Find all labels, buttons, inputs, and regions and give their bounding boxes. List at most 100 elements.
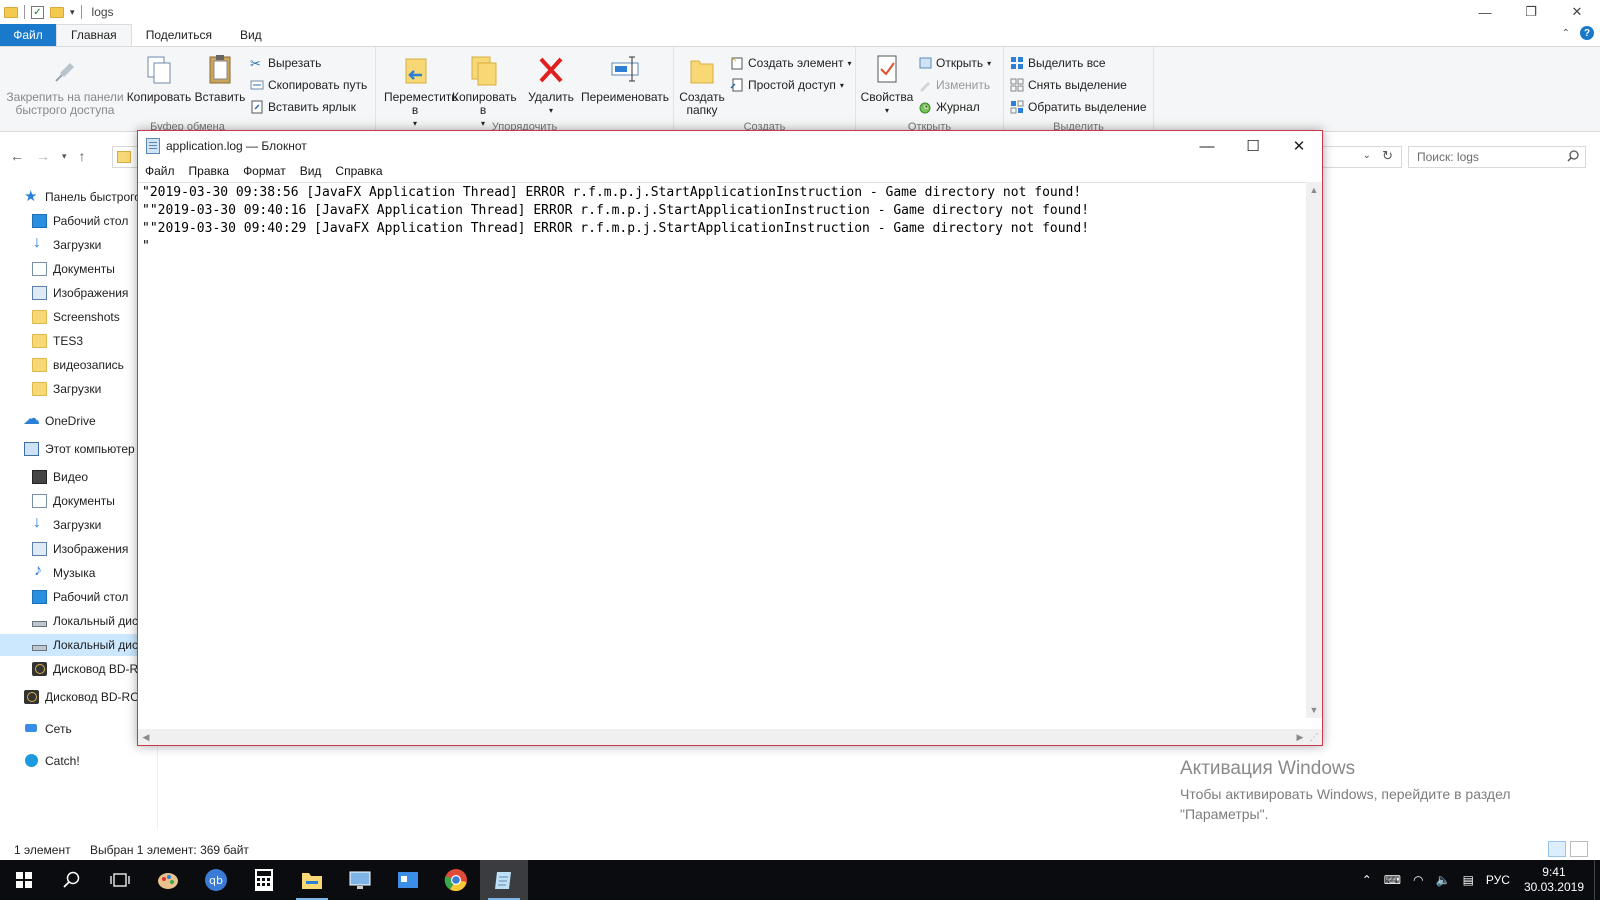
nav-item[interactable]: Screenshots [0,306,138,328]
nav-item[interactable]: Локальный диск [0,634,138,656]
language-indicator[interactable]: РУС [1486,873,1510,887]
paste-button[interactable]: Вставить [194,53,246,104]
move-to-button[interactable]: Переместить в ▾ [382,53,458,130]
properties-quick-icon[interactable]: ✓ [31,5,44,19]
nav-item[interactable]: Рабочий стол [0,586,138,608]
paste-shortcut-button[interactable]: Вставить ярлык [250,97,356,117]
nav-item[interactable]: Этот компьютер [0,438,138,460]
restore-button[interactable]: ❐ [1508,0,1554,24]
clock[interactable]: 9:41 30.03.2019 [1524,865,1584,895]
tab-view[interactable]: Вид [226,24,276,46]
chrome-app-button[interactable] [432,860,480,900]
keyboard-icon[interactable]: ⌨ [1384,873,1401,887]
nav-item[interactable]: Дисковод BD-RO [0,686,138,708]
search-taskbar-button[interactable] [48,860,96,900]
forward-arrow-icon[interactable]: → [36,148,50,164]
nav-item[interactable]: Музыка [0,562,138,584]
nav-item[interactable]: Загрузки [0,234,138,256]
copy-to-button[interactable]: Копировать в ▾ [450,53,517,130]
select-none-button[interactable]: Снять выделение [1010,75,1127,95]
nav-item[interactable]: Видео [0,466,138,488]
file-explorer-app-button[interactable] [288,860,336,900]
notification-icon[interactable]: ▤ [1463,873,1474,887]
edit-button[interactable]: Изменить [918,75,990,95]
notepad-menu-item[interactable]: Справка [328,161,389,181]
details-view-button[interactable] [1548,841,1566,857]
start-button[interactable] [0,860,48,900]
cut-button[interactable]: ✂ Вырезать [250,53,321,73]
mail-app-button[interactable] [384,860,432,900]
large-icons-view-button[interactable] [1570,841,1588,857]
scroll-left-icon[interactable]: ◀ [138,729,154,745]
horizontal-scrollbar[interactable]: ◀ ▶ [138,729,1308,745]
copy-path-button[interactable]: Скопировать путь [250,75,367,95]
tab-file[interactable]: Файл [0,24,56,46]
nav-item[interactable]: OneDrive [0,410,138,432]
easy-access-button[interactable]: Простой доступ ▾ [730,75,844,95]
maximize-button[interactable]: ☐ [1230,131,1276,161]
invert-selection-button[interactable]: Обратить выделение [1010,97,1147,117]
notepad-menu-item[interactable]: Вид [293,161,329,181]
copy-button[interactable]: Копировать [127,53,191,104]
volume-icon[interactable]: 🔈 [1436,873,1451,887]
minimize-button[interactable]: — [1462,0,1508,24]
qbittorrent-app-button[interactable]: qb [192,860,240,900]
scroll-down-icon[interactable]: ▼ [1306,702,1322,718]
minimize-button[interactable]: — [1184,131,1230,161]
notepad-title-bar[interactable]: application.log — Блокнот — ☐ ✕ [138,131,1322,161]
properties-button[interactable]: Свойства ▾ [860,53,914,117]
nav-item[interactable]: Документы [0,258,138,280]
select-all-button[interactable]: Выделить все [1010,53,1106,73]
action-center-icon[interactable] [1594,860,1600,900]
nav-item[interactable]: TES3 [0,330,138,352]
customize-quick-access-icon[interactable]: ▾ [70,7,75,18]
nav-item[interactable]: Панель быстрого доступа [0,186,138,208]
search-input[interactable]: Поиск: logs [1408,146,1586,168]
collapse-ribbon-icon[interactable]: ⌃ [1562,28,1570,39]
nav-item[interactable]: Загрузки [0,514,138,536]
nav-item[interactable]: видеозапись [0,354,138,376]
up-arrow-icon[interactable]: ↑ [79,148,86,164]
close-button[interactable]: ✕ [1554,0,1600,24]
notepad-app-button[interactable] [480,860,528,900]
rename-button[interactable]: Переименовать [580,53,670,104]
task-view-button[interactable] [96,860,144,900]
address-dropdown-icon[interactable]: ⌄ [1363,150,1371,161]
new-folder-button[interactable]: Создать папку [678,53,726,117]
nav-item[interactable]: Изображения [0,282,138,304]
notepad-menu-item[interactable]: Правка [182,161,237,181]
copy-to-icon [468,53,498,87]
nav-item[interactable]: Рабочий стол [0,210,138,232]
nav-item[interactable]: Сеть [0,718,138,740]
recent-locations-icon[interactable]: ▾ [62,151,67,162]
notepad-menu-item[interactable]: Файл [138,161,182,181]
history-button[interactable]: Журнал [918,97,980,117]
paint-app-button[interactable] [144,860,192,900]
new-item-button[interactable]: Создать элемент ▾ [730,53,852,73]
nav-item[interactable]: Локальный диск [0,610,138,632]
close-button[interactable]: ✕ [1276,131,1322,161]
refresh-icon[interactable]: ↻ [1382,148,1393,164]
pin-quick-access-button[interactable]: Закрепить на панели быстрого доступа [6,53,124,117]
wifi-icon[interactable]: ◠ [1413,873,1423,887]
remote-desktop-app-button[interactable] [336,860,384,900]
nav-item[interactable]: Документы [0,490,138,512]
nav-item[interactable]: Изображения [0,538,138,560]
open-button[interactable]: Открыть ▾ [918,53,991,73]
notepad-menu-item[interactable]: Формат [236,161,293,181]
nav-item[interactable]: Catch! [0,750,138,772]
resize-grip-icon[interactable]: ⋰ [1306,729,1322,745]
new-folder-quick-icon[interactable] [50,6,64,18]
show-hidden-icons-icon[interactable]: ⌃ [1362,873,1372,887]
nav-item[interactable]: Дисковод BD-R [0,658,138,680]
tab-home[interactable]: Главная [56,24,132,46]
vertical-scrollbar[interactable]: ▲ ▼ [1306,182,1322,718]
help-icon[interactable]: ? [1580,26,1594,40]
calculator-app-button[interactable] [240,860,288,900]
notepad-text-area[interactable]: "2019-03-30 09:38:56 [JavaFX Application… [138,182,1308,718]
nav-item[interactable]: Загрузки [0,378,138,400]
delete-button[interactable]: Удалить ▾ [526,53,576,117]
back-arrow-icon[interactable]: ← [10,148,24,164]
tab-share[interactable]: Поделиться [132,24,226,46]
scroll-up-icon[interactable]: ▲ [1306,182,1322,198]
